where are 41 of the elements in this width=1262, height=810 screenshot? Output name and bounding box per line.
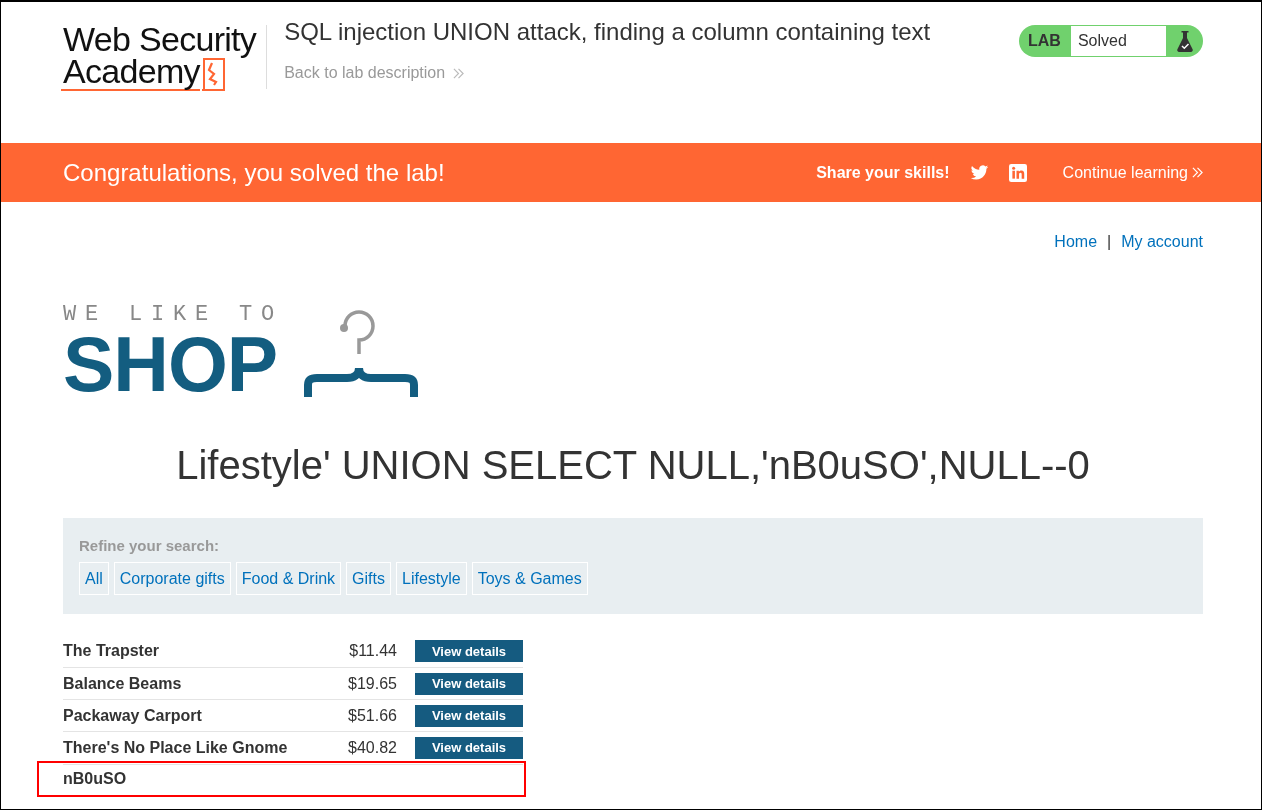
view-details-button[interactable]: View details xyxy=(415,704,523,727)
logo-text: Academy xyxy=(61,55,200,91)
my-account-link[interactable]: My account xyxy=(1121,233,1203,251)
success-message: Congratulations, you solved the lab! xyxy=(63,158,445,187)
product-price: $19.65 xyxy=(347,674,397,693)
product-price: $11.44 xyxy=(348,642,397,660)
double-chevron-icon xyxy=(1192,167,1203,178)
product-name: There's No Place Like Gnome xyxy=(63,738,289,757)
page-heading: Lifestyle' UNION SELECT NULL,'nB0uSO',NULL--0 xyxy=(175,442,1091,488)
status-field: Solved xyxy=(1070,26,1166,56)
category-filter-link[interactable]: Toys & Games xyxy=(471,562,588,595)
product-name: Balance Beams xyxy=(63,674,183,693)
linkedin-icon[interactable] xyxy=(1008,163,1027,182)
product-price: $40.82 xyxy=(347,738,397,757)
home-link[interactable]: Home xyxy=(1054,233,1098,251)
category-filter-link[interactable]: Lifestyle xyxy=(396,562,467,595)
bird-icon[interactable] xyxy=(969,164,989,181)
flask-check-icon xyxy=(1176,30,1193,52)
view-details-button[interactable]: View details xyxy=(415,672,523,695)
view-details-button[interactable]: View details xyxy=(415,640,523,662)
category-filter-link[interactable]: All xyxy=(79,562,109,595)
category-filter-link[interactable]: Gifts xyxy=(346,562,391,595)
product-name: Packaway Carport xyxy=(63,706,203,725)
product-price: $51.66 xyxy=(347,706,397,725)
category-filter-link[interactable]: Food & Drink xyxy=(235,562,342,595)
lab-title: SQL injection UNION attack, finding a column containing text xyxy=(284,18,931,46)
product-name: The Trapster xyxy=(63,642,161,660)
continue-learning-link[interactable]: Continue learning xyxy=(1062,163,1188,182)
hanger-icon xyxy=(303,309,420,397)
lightning-bolt-icon xyxy=(201,57,226,91)
product-name: nB0uSO xyxy=(63,770,128,788)
category-filter-link[interactable]: Corporate gifts xyxy=(113,562,231,595)
shop-tagline: WE LIKE TO xyxy=(63,305,284,325)
back-to-description-link[interactable]: Back to lab description xyxy=(284,64,446,82)
view-details-button[interactable]: View details xyxy=(415,736,523,759)
double-chevron-icon xyxy=(453,67,465,79)
filter-label: Refine your search: xyxy=(79,537,221,555)
share-label: Share your skills! xyxy=(816,163,950,182)
lab-tag: LAB xyxy=(1019,25,1071,57)
shop-name: SHOP xyxy=(63,329,279,399)
nav-separator: | xyxy=(1107,233,1112,251)
